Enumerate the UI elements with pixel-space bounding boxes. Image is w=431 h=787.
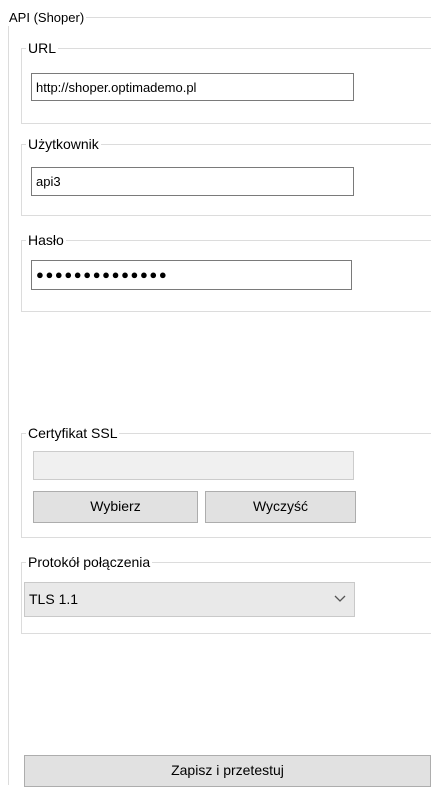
api-shoper-group: API (Shoper) (7, 10, 431, 785)
url-input[interactable]: http://shoper.optimademo.pl (31, 73, 354, 101)
password-input[interactable]: ●●●●●●●●●●●●●● (31, 260, 352, 290)
protocol-selected-value: TLS 1.1 (29, 591, 79, 607)
clear-certificate-button[interactable]: Wyczyść (205, 491, 356, 523)
user-input[interactable]: api3 (31, 167, 354, 196)
ssl-certificate-field (33, 451, 354, 480)
password-label: Hasło (26, 232, 66, 248)
api-shoper-group-title: API (Shoper) (7, 10, 87, 26)
protocol-select[interactable]: TLS 1.1 (24, 582, 355, 617)
api-settings-panel: API (Shoper) URL http://shoper.optimadem… (0, 0, 431, 787)
chevron-down-icon[interactable] (334, 595, 346, 603)
url-label: URL (26, 40, 59, 56)
save-and-test-button[interactable]: Zapisz i przetestuj (24, 755, 431, 787)
user-label: Użytkownik (26, 136, 101, 152)
choose-certificate-button[interactable]: Wybierz (33, 491, 198, 523)
ssl-certificate-label: Certyfikat SSL (26, 425, 120, 441)
protocol-label: Protokół połączenia (26, 554, 153, 570)
